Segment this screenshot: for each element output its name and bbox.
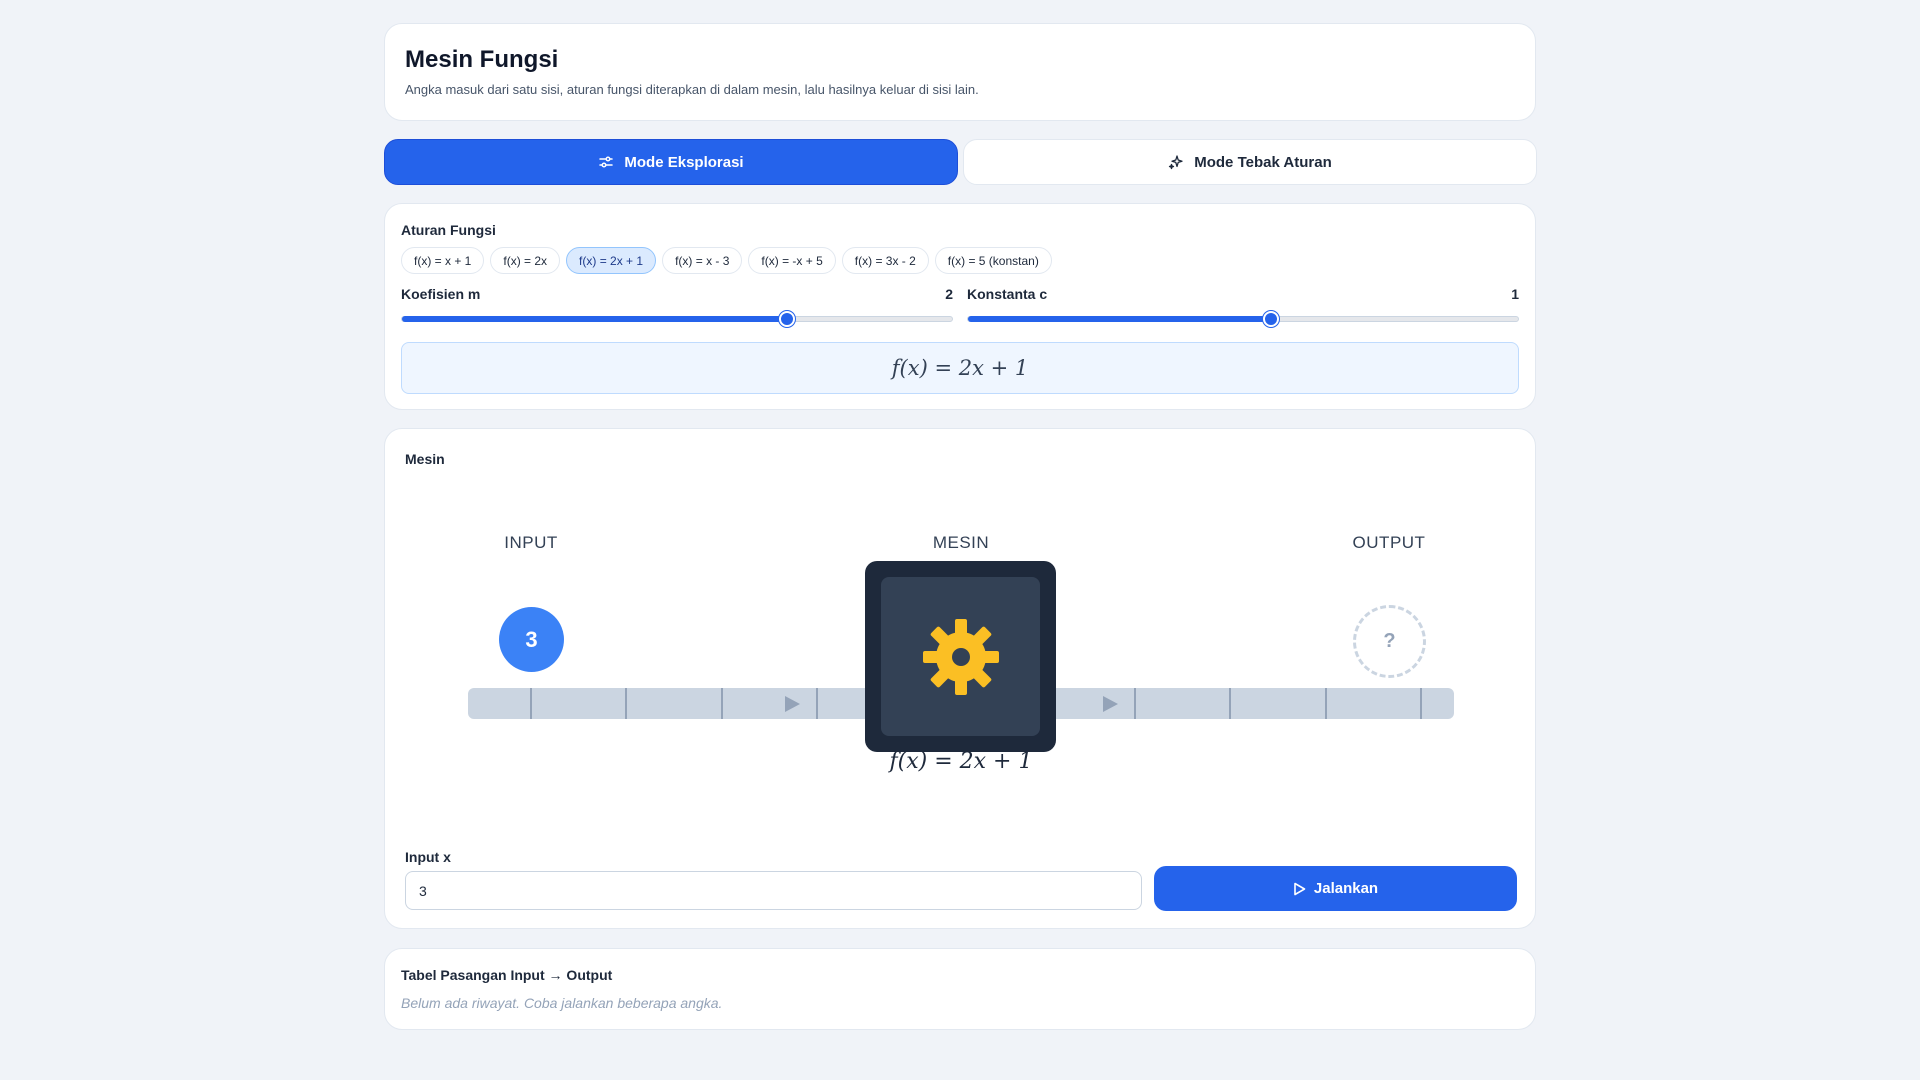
const-c-slider-fill — [968, 316, 1271, 322]
machine-inner-panel — [881, 577, 1040, 736]
history-table-card: Tabel Pasangan Input → Output Belum ada … — [384, 948, 1536, 1030]
sparkles-icon — [1169, 155, 1183, 170]
run-button-label: Jalankan — [1313, 880, 1379, 897]
input-ball: 3 — [499, 607, 564, 672]
rule-section-label: Aturan Fungsi — [401, 222, 496, 238]
input-x-label: Input x — [405, 849, 451, 865]
conveyor-divider — [721, 688, 723, 719]
rule-preset-chip[interactable]: f(x) = 2x — [490, 247, 561, 274]
const-c-label: Konstanta c — [967, 286, 1048, 302]
rule-preset-chip-active[interactable]: f(x) = 2x + 1 — [566, 247, 657, 274]
rule-preset-chip[interactable]: f(x) = 3x - 2 — [841, 247, 929, 274]
conveyor-divider — [1229, 688, 1231, 719]
rule-preset-list: f(x) = x + 1 f(x) = 2x f(x) = 2x + 1 f(x… — [401, 247, 1519, 274]
output-stage-label: OUTPUT — [1352, 533, 1426, 552]
machine-formula: f(x) = 2x + 1 — [889, 749, 1033, 774]
output-ball: ? — [1353, 605, 1426, 678]
const-c-slider-group: Konstanta c 1 — [967, 286, 1519, 327]
conveyor-arrow-icon — [785, 696, 800, 712]
conveyor-divider — [816, 688, 818, 719]
conveyor-divider — [530, 688, 532, 719]
conveyor-divider — [1420, 688, 1422, 719]
conveyor-divider — [1325, 688, 1327, 719]
machine-box — [865, 561, 1056, 752]
page-title: Mesin Fungsi — [405, 46, 559, 73]
rule-preset-chip[interactable]: f(x) = x - 3 — [662, 247, 743, 274]
mode-guess-label: Mode Tebak Aturan — [1194, 153, 1332, 171]
rule-preset-chip[interactable]: f(x) = 5 (konstan) — [934, 247, 1052, 274]
input-x-field[interactable] — [405, 871, 1142, 910]
machine-section-label: Mesin — [405, 451, 445, 467]
coef-m-slider-fill — [402, 316, 787, 322]
run-button[interactable]: Jalankan — [1154, 866, 1517, 911]
machine-card: Mesin INPUT MESIN OUTPUT 3 ? f(x) = 2x +… — [384, 428, 1536, 929]
conveyor-divider — [625, 688, 627, 719]
history-empty-message: Belum ada riwayat. Coba jalankan beberap… — [401, 995, 723, 1011]
mode-explore-label: Mode Eksplorasi — [624, 153, 744, 171]
input-stage-label: INPUT — [504, 533, 558, 552]
play-icon — [1294, 882, 1306, 895]
coef-m-slider[interactable] — [401, 311, 953, 327]
coef-m-label: Koefisien m — [401, 286, 481, 302]
mode-explore-button[interactable]: Mode Eksplorasi — [384, 139, 958, 185]
sliders-icon — [599, 156, 614, 168]
machine-stage-label: MESIN — [932, 533, 990, 552]
conveyor-arrow-icon — [1103, 696, 1118, 712]
rule-preset-chip[interactable]: f(x) = x + 1 — [401, 247, 485, 274]
const-c-slider-thumb[interactable] — [1262, 311, 1279, 327]
gear-icon — [922, 618, 999, 695]
conveyor-divider — [1134, 688, 1136, 719]
mode-guess-button[interactable]: Mode Tebak Aturan — [963, 139, 1537, 185]
rule-formula-display: f(x) = 2x + 1 — [401, 342, 1519, 394]
rule-card: Aturan Fungsi f(x) = x + 1 f(x) = 2x f(x… — [384, 203, 1536, 410]
header-card: Mesin Fungsi Angka masuk dari satu sisi,… — [384, 23, 1536, 121]
const-c-slider[interactable] — [967, 311, 1519, 327]
const-c-value: 1 — [1511, 286, 1519, 302]
coef-m-slider-group: Koefisien m 2 — [401, 286, 953, 327]
coef-m-slider-thumb[interactable] — [779, 311, 795, 327]
page-subtitle: Angka masuk dari satu sisi, aturan fungs… — [405, 82, 979, 97]
coef-m-value: 2 — [945, 286, 953, 302]
rule-preset-chip[interactable]: f(x) = -x + 5 — [748, 247, 836, 274]
history-table-title: Tabel Pasangan Input → Output — [401, 967, 613, 983]
